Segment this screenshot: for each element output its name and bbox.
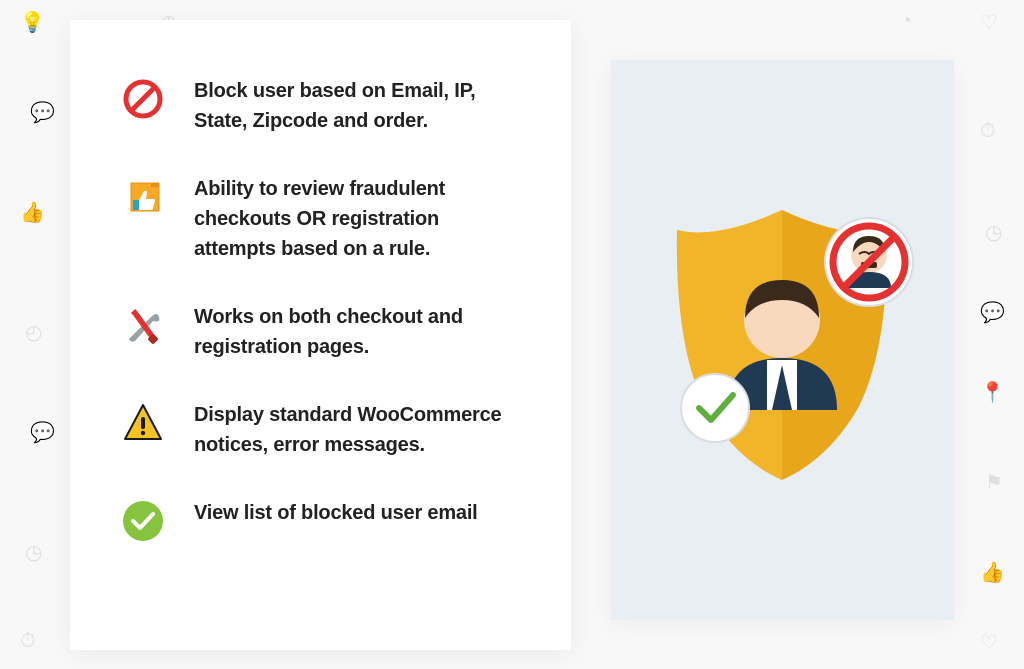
warning-icon (120, 400, 166, 446)
check-icon (120, 498, 166, 544)
thumbs-up-icon (120, 174, 166, 220)
feature-item: Works on both checkout and registration … (120, 302, 521, 362)
features-card: Block user based on Email, IP, State, Zi… (70, 20, 571, 650)
feature-text: Display standard WooCommerce notices, er… (194, 400, 521, 460)
feature-item: Block user based on Email, IP, State, Zi… (120, 76, 521, 136)
feature-text: View list of blocked user email (194, 498, 478, 528)
feature-text: Ability to review fraudulent checkouts O… (194, 174, 521, 264)
block-icon (120, 76, 166, 122)
feature-item: View list of blocked user email (120, 498, 521, 544)
feature-text: Block user based on Email, IP, State, Zi… (194, 76, 521, 136)
feature-item: Display standard WooCommerce notices, er… (120, 400, 521, 460)
shield-illustration (637, 190, 927, 490)
feature-item: Ability to review fraudulent checkouts O… (120, 174, 521, 264)
tools-icon (120, 302, 166, 348)
feature-text: Works on both checkout and registration … (194, 302, 521, 362)
illustration-panel (611, 60, 954, 620)
